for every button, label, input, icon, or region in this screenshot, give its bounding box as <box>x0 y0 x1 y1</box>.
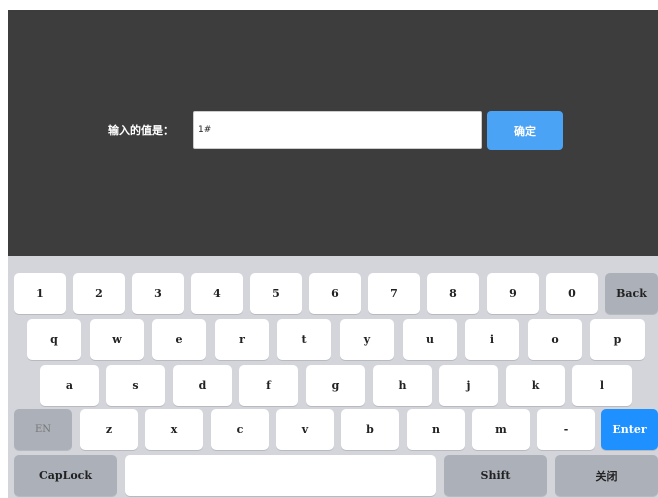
key-m[interactable]: m <box>472 409 530 450</box>
key-3[interactable]: 3 <box>132 273 184 314</box>
key-h[interactable]: h <box>373 365 432 406</box>
key-i[interactable]: i <box>465 319 519 360</box>
key-e[interactable]: e <box>152 319 206 360</box>
key-k[interactable]: k <box>506 365 565 406</box>
key-l[interactable]: l <box>572 365 632 406</box>
key-a[interactable]: a <box>40 365 99 406</box>
key-f[interactable]: f <box>239 365 298 406</box>
key-j[interactable]: j <box>439 365 498 406</box>
close-key[interactable]: 关闭 <box>555 455 658 496</box>
key-w[interactable]: w <box>90 319 144 360</box>
key-g[interactable]: g <box>306 365 365 406</box>
key-s[interactable]: s <box>106 365 165 406</box>
key-r[interactable]: r <box>215 319 269 360</box>
key-7[interactable]: 7 <box>368 273 420 314</box>
key-4[interactable]: 4 <box>191 273 243 314</box>
key-v[interactable]: v <box>276 409 334 450</box>
key-b[interactable]: b <box>341 409 399 450</box>
key-u[interactable]: u <box>403 319 457 360</box>
key-y[interactable]: y <box>340 319 394 360</box>
caplock-key[interactable]: CapLock <box>14 455 117 496</box>
input-label: 输入的值是： <box>108 124 174 137</box>
key-c[interactable]: c <box>211 409 269 450</box>
shift-key[interactable]: Shift <box>444 455 547 496</box>
key-6[interactable]: 6 <box>309 273 361 314</box>
key-o[interactable]: o <box>528 319 582 360</box>
virtual-keyboard: 1 2 3 4 5 6 7 8 9 0 Back q w e r t y u i… <box>8 256 658 498</box>
back-key[interactable]: Back <box>605 273 658 314</box>
key-0[interactable]: 0 <box>546 273 598 314</box>
key-q[interactable]: q <box>27 319 81 360</box>
key-x[interactable]: x <box>145 409 203 450</box>
key-2[interactable]: 2 <box>73 273 125 314</box>
space-key[interactable] <box>125 455 436 496</box>
key-n[interactable]: n <box>407 409 465 450</box>
lang-en-key[interactable]: EN <box>14 409 72 450</box>
key-1[interactable]: 1 <box>14 273 66 314</box>
key-9[interactable]: 9 <box>487 273 539 314</box>
key-p[interactable]: p <box>590 319 645 360</box>
confirm-button[interactable]: 确定 <box>487 111 563 150</box>
key-t[interactable]: t <box>277 319 331 360</box>
key-8[interactable]: 8 <box>427 273 479 314</box>
key-dash[interactable]: - <box>537 409 595 450</box>
key-d[interactable]: d <box>173 365 232 406</box>
key-5[interactable]: 5 <box>250 273 302 314</box>
key-z[interactable]: z <box>80 409 138 450</box>
enter-key[interactable]: Enter <box>601 409 658 450</box>
value-input[interactable] <box>193 111 482 149</box>
